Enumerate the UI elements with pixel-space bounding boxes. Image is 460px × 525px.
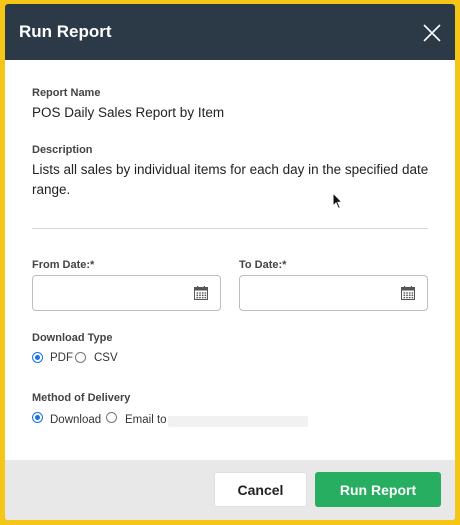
cancel-button[interactable]: Cancel [214, 472, 307, 507]
run-report-dialog: Run Report Report Name POS Daily Sales R… [5, 4, 455, 520]
report-name-label: Report Name [32, 87, 101, 99]
redacted-email [168, 416, 308, 427]
csv-radio[interactable] [75, 352, 86, 363]
to-date-input[interactable] [240, 276, 395, 310]
pdf-radio[interactable] [32, 352, 43, 363]
dialog-footer: Cancel Run Report [5, 460, 455, 520]
description-value: Lists all sales by individual items for … [32, 162, 429, 197]
download-type-label: Download Type [32, 332, 113, 344]
calendar-icon[interactable] [401, 286, 415, 300]
pdf-radio-label[interactable]: PDF [50, 352, 73, 364]
from-date-field[interactable] [32, 275, 221, 311]
to-date-label: To Date:* [239, 259, 287, 271]
csv-radio-label[interactable]: CSV [94, 352, 118, 364]
dialog-header: Run Report [5, 4, 455, 60]
download-radio[interactable] [32, 412, 43, 423]
divider [32, 228, 428, 229]
download-radio-label[interactable]: Download [50, 414, 101, 426]
description-label: Description [32, 144, 93, 156]
from-date-label: From Date:* [32, 259, 95, 271]
email-radio[interactable] [106, 412, 117, 423]
close-icon[interactable] [421, 22, 443, 44]
dialog-title: Run Report [19, 22, 112, 41]
to-date-field[interactable] [239, 275, 428, 311]
from-date-input[interactable] [33, 276, 188, 310]
mouse-cursor-icon [332, 192, 344, 210]
email-radio-label[interactable]: Email to [125, 414, 167, 426]
run-report-button[interactable]: Run Report [315, 472, 441, 507]
report-name-value: POS Daily Sales Report by Item [32, 105, 225, 120]
delivery-method-label: Method of Delivery [32, 392, 131, 404]
calendar-icon[interactable] [194, 286, 208, 300]
